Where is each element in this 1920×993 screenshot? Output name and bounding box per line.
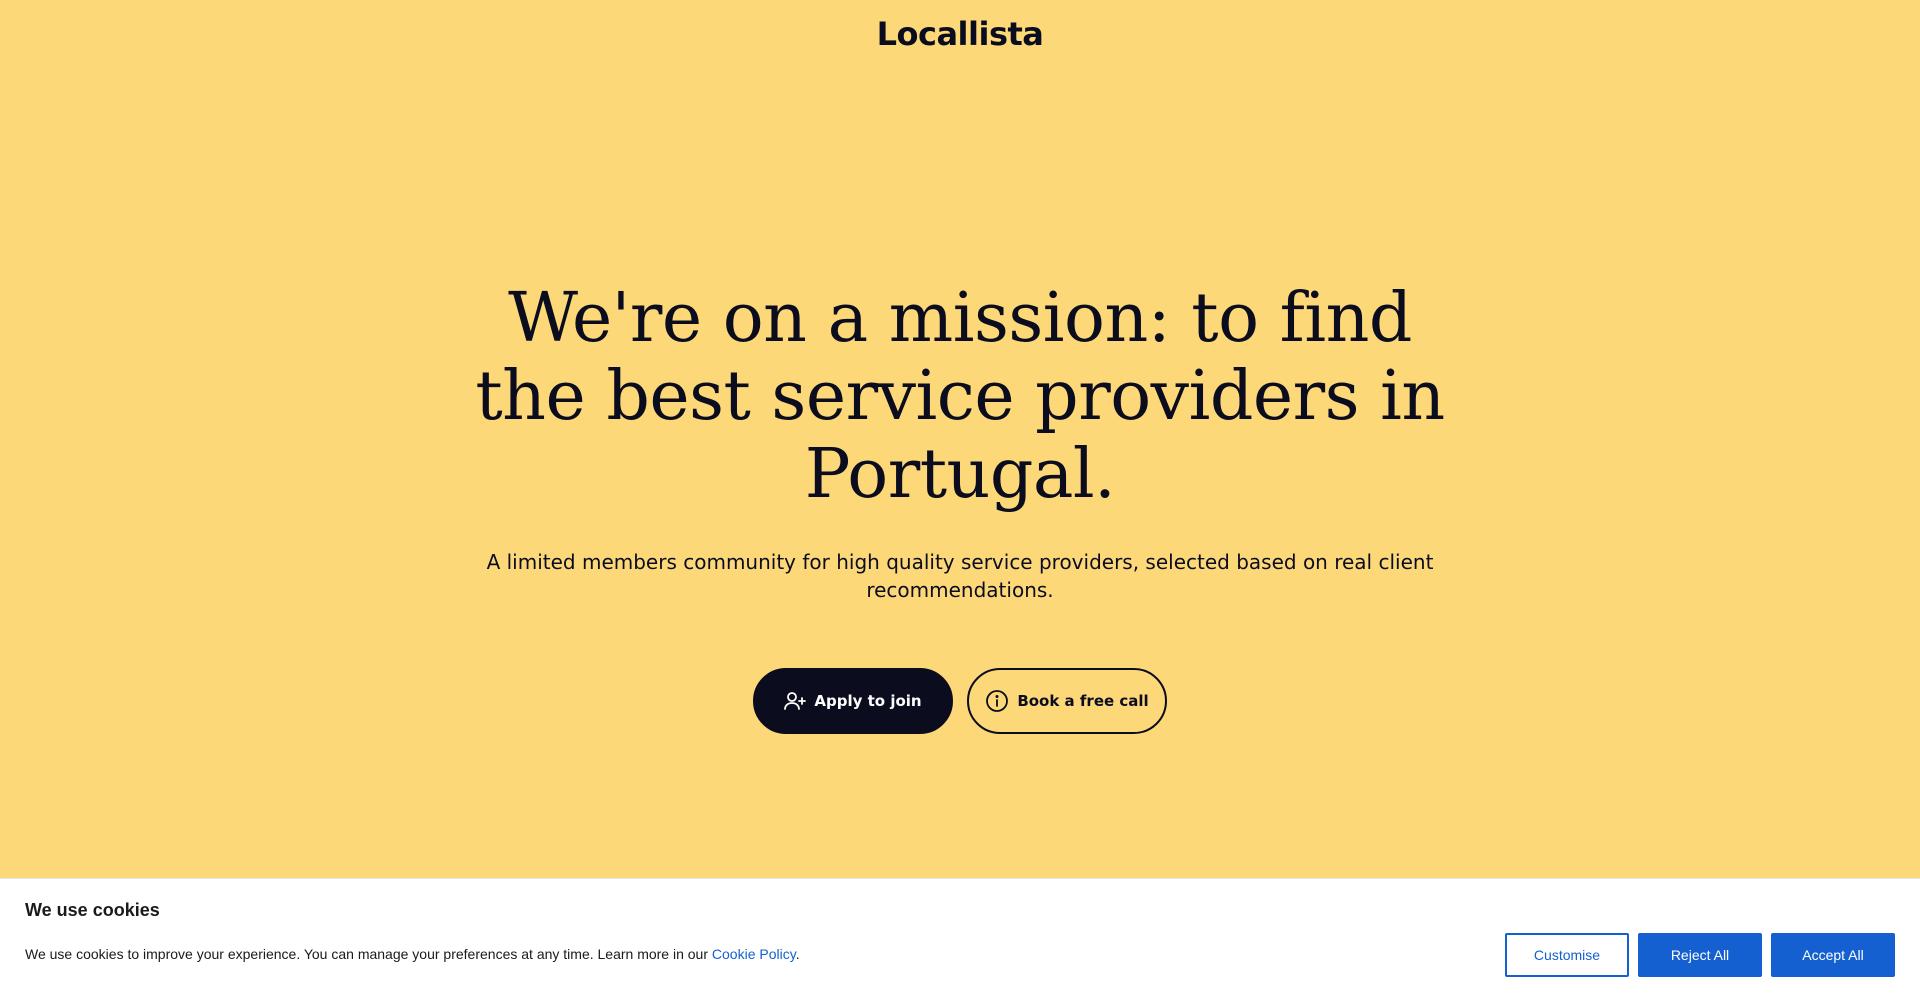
cookie-actions: Customise Reject All Accept All (1505, 933, 1895, 977)
info-circle-icon (985, 689, 1009, 713)
apply-to-join-button[interactable]: Apply to join (753, 668, 953, 734)
cookie-policy-link[interactable]: Cookie Policy (712, 946, 796, 962)
page: Locallista We're on a mission: to find t… (0, 0, 1920, 993)
site-header: Locallista (0, 0, 1920, 70)
hero-title: We're on a mission: to find the best ser… (475, 279, 1445, 514)
cookie-text-end: . (795, 946, 800, 962)
user-plus-icon (784, 691, 807, 711)
book-free-call-button[interactable]: Book a free call (967, 668, 1167, 734)
customise-button[interactable]: Customise (1505, 933, 1629, 977)
cookie-banner: We use cookies We use cookies to improve… (0, 878, 1920, 993)
accept-all-button[interactable]: Accept All (1771, 933, 1895, 977)
cta-row: Apply to join Book a free call (753, 668, 1167, 734)
cookie-banner-title: We use cookies (25, 900, 160, 920)
book-free-call-label: Book a free call (1017, 692, 1149, 710)
hero-section: We're on a mission: to find the best ser… (0, 280, 1920, 734)
cookie-banner-text: We use cookies to improve your experienc… (25, 946, 800, 962)
apply-to-join-label: Apply to join (814, 692, 922, 710)
cookie-text-main: We use cookies to improve your experienc… (25, 946, 712, 962)
reject-all-button[interactable]: Reject All (1638, 933, 1762, 977)
hero-subtitle: A limited members community for high qua… (486, 550, 1434, 602)
site-logo[interactable]: Locallista (877, 15, 1044, 53)
